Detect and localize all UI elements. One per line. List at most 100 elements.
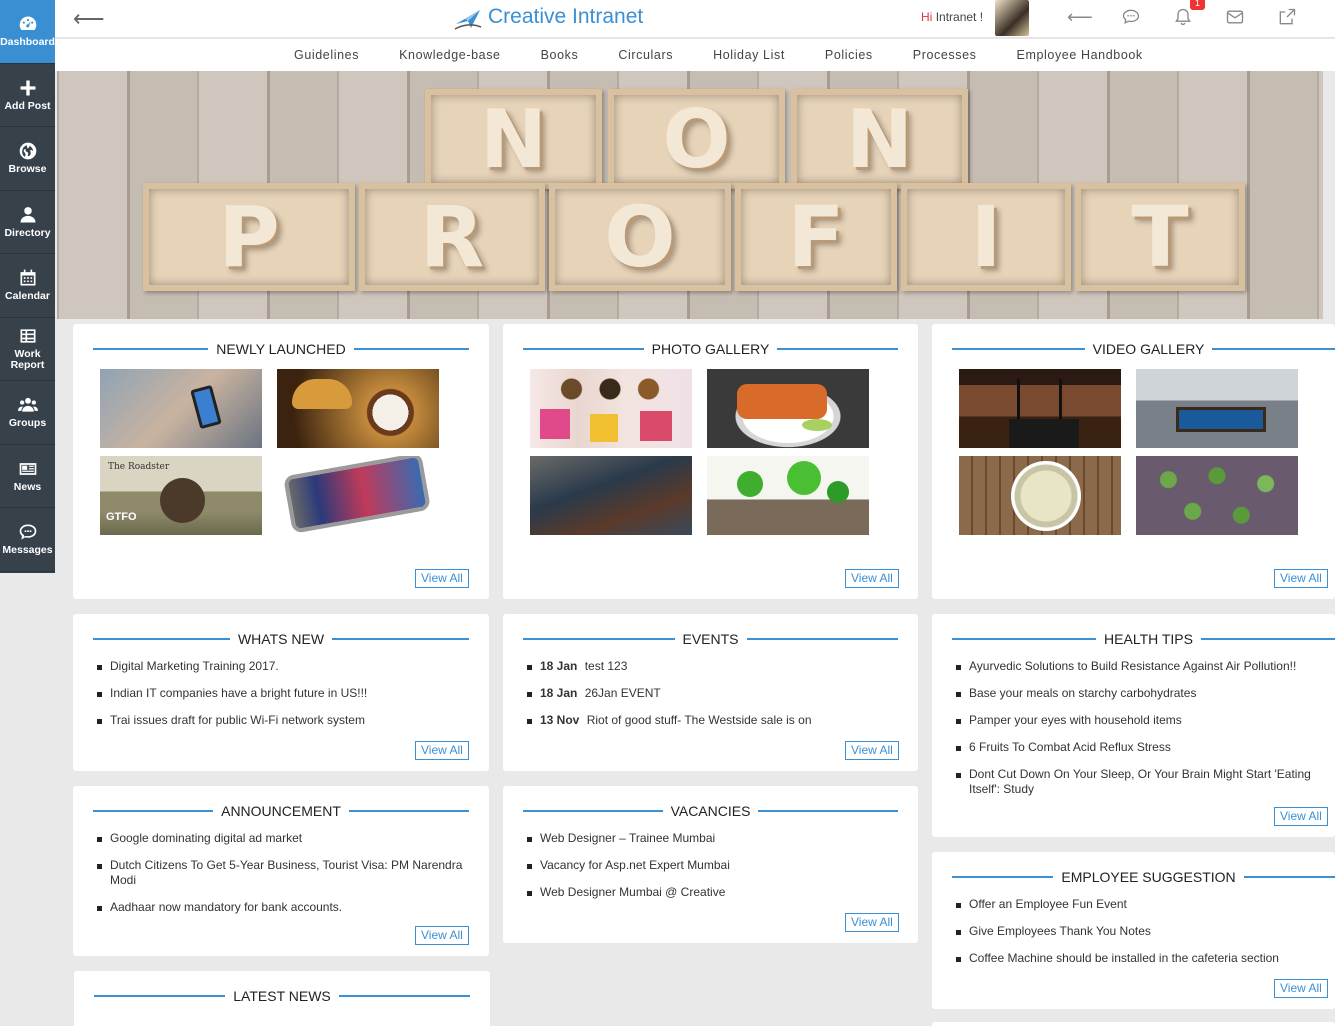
nav-holiday-list[interactable]: Holiday List — [713, 48, 785, 62]
card-partial — [932, 1022, 1335, 1026]
sidebar-item-news[interactable]: News — [0, 445, 55, 508]
view-all-button[interactable]: View All — [845, 913, 899, 932]
sidebar-item-messages[interactable]: Messages — [0, 508, 55, 572]
view-all-button[interactable]: View All — [1274, 807, 1328, 826]
list-item[interactable]: Web Designer – Trainee Mumbai — [527, 831, 906, 846]
list-item[interactable]: Google dominating digital ad market — [97, 831, 477, 846]
thumb-croissant-coffee[interactable] — [277, 369, 439, 448]
nav-circulars[interactable]: Circulars — [618, 48, 673, 62]
list-item[interactable]: Aadhaar now mandatory for bank accounts. — [97, 900, 477, 915]
sidebar: Dashboard Add Post Browse Directory Cale… — [0, 0, 55, 573]
nav-guidelines[interactable]: Guidelines — [294, 48, 359, 62]
card-vacancies: VACANCIES Web Designer – Trainee Mumbai … — [503, 786, 918, 943]
nav-knowledge-base[interactable]: Knowledge-base — [399, 48, 501, 62]
thumb-retro-motorbike-poster[interactable]: The Roadster GTFO — [100, 456, 262, 535]
sidebar-item-label: Directory — [4, 226, 51, 239]
list-item[interactable]: Base your meals on starchy carbohydrates — [956, 686, 1315, 701]
thumb-smartphone[interactable] — [277, 456, 439, 535]
list-item[interactable]: Web Designer Mumbai @ Creative — [527, 885, 906, 900]
comment-icon[interactable] — [1121, 7, 1141, 32]
chat-icon — [19, 524, 36, 540]
bell-icon[interactable] — [1173, 7, 1193, 32]
view-all-button[interactable]: View All — [845, 569, 899, 588]
event-text: Riot of good stuff- The Westside sale is… — [586, 713, 812, 727]
list-item[interactable]: Coffee Machine should be installed in th… — [956, 951, 1323, 966]
brand-logo[interactable]: Creative Intranet — [453, 2, 643, 32]
card-title: HEALTH TIPS — [952, 630, 1335, 648]
card-latest-news: LATEST NEWS — [74, 971, 490, 1026]
sidebar-item-add-post[interactable]: Add Post — [0, 64, 55, 127]
banner-letter: P — [143, 183, 355, 291]
nav-books[interactable]: Books — [541, 48, 579, 62]
sidebar-item-label: Add Post — [4, 99, 51, 112]
card-title: WHATS NEW — [93, 630, 470, 648]
thumb-green-balloons-party[interactable] — [707, 456, 869, 535]
thumb-food-platter[interactable] — [707, 369, 869, 448]
thumb-plant-wall[interactable] — [1136, 456, 1298, 535]
thumb-sprouts-bowl[interactable] — [959, 456, 1121, 535]
event-item[interactable]: 18 Jan 26Jan EVENT — [527, 686, 906, 701]
list-item[interactable]: Vacancy for Asp.net Expert Mumbai — [527, 858, 906, 873]
nav-employee-handbook[interactable]: Employee Handbook — [1017, 48, 1143, 62]
sidebar-item-calendar[interactable]: Calendar — [0, 254, 55, 318]
card-title-text: NEWLY LAUNCHED — [216, 341, 346, 357]
event-item[interactable]: 13 Nov Riot of good stuff- The Westside … — [527, 713, 906, 728]
view-all-button[interactable]: View All — [415, 569, 469, 588]
list-item[interactable]: Ayurvedic Solutions to Build Resistance … — [956, 659, 1315, 674]
sidebar-item-browse[interactable]: Browse — [0, 127, 55, 191]
sidebar-item-label: Browse — [8, 163, 47, 176]
card-video-gallery: VIDEO GALLERY View All — [932, 324, 1335, 599]
list-item[interactable]: Dont Cut Down On Your Sleep, Or Your Bra… — [956, 767, 1315, 797]
view-all-button[interactable]: View All — [415, 741, 469, 760]
card-employee-suggestion: EMPLOYEE SUGGESTION Offer an Employee Fu… — [932, 852, 1335, 1009]
user-greeting: Hi Intranet ! — [921, 10, 983, 24]
view-all-button[interactable]: View All — [415, 926, 469, 945]
avatar[interactable] — [995, 0, 1029, 36]
card-title: ANNOUNCEMENT — [93, 802, 469, 820]
whats-new-list: Digital Marketing Training 2017. Indian … — [97, 659, 477, 740]
list-item[interactable]: Trai issues draft for public Wi-Fi netwo… — [97, 713, 477, 728]
sidebar-item-work-report[interactable]: Work Report — [0, 318, 55, 381]
list-item[interactable]: Indian IT companies have a bright future… — [97, 686, 477, 701]
thumb-cyclists[interactable] — [530, 456, 692, 535]
sidebar-item-groups[interactable]: Groups — [0, 381, 55, 445]
list-item[interactable]: Offer an Employee Fun Event — [956, 897, 1323, 912]
card-title-text: LATEST NEWS — [233, 988, 331, 1004]
thumb-phone-in-hand[interactable] — [100, 369, 262, 448]
newspaper-icon — [19, 462, 36, 475]
card-title-text: ANNOUNCEMENT — [221, 803, 341, 819]
event-item[interactable]: 18 Jan test 123 — [527, 659, 906, 674]
view-all-button[interactable]: View All — [845, 741, 899, 760]
banner-letter: T — [1075, 183, 1245, 291]
brand-name: Creative Intranet — [488, 5, 644, 28]
thumb-conference-microphones[interactable] — [959, 369, 1121, 448]
sidebar-item-label: Dashboard — [0, 36, 55, 49]
events-list: 18 Jan test 123 18 Jan 26Jan EVENT 13 No… — [527, 659, 906, 740]
sidebar-item-dashboard[interactable]: Dashboard — [0, 0, 55, 64]
nav-processes[interactable]: Processes — [913, 48, 977, 62]
nav-policies[interactable]: Policies — [825, 48, 873, 62]
view-all-button[interactable]: View All — [1274, 569, 1328, 588]
card-title: VACANCIES — [523, 802, 898, 820]
card-title-text: EVENTS — [682, 631, 739, 647]
card-events: EVENTS 18 Jan test 123 18 Jan 26Jan EVEN… — [503, 614, 918, 771]
view-all-button[interactable]: View All — [1274, 979, 1328, 998]
list-item[interactable]: Pamper your eyes with household items — [956, 713, 1315, 728]
sidebar-item-label: Work Report — [10, 348, 45, 372]
list-item[interactable]: Digital Marketing Training 2017. — [97, 659, 477, 674]
card-title-text: VIDEO GALLERY — [1092, 341, 1205, 357]
event-date: 18 Jan — [540, 686, 578, 700]
user-icon — [20, 206, 35, 223]
thumb-office-pool-table[interactable] — [1136, 369, 1298, 448]
list-item[interactable]: 6 Fruits To Combat Acid Reflux Stress — [956, 740, 1315, 755]
employee-suggestion-list: Offer an Employee Fun Event Give Employe… — [956, 897, 1323, 978]
arrow-left-icon[interactable]: ⟵ — [1067, 7, 1093, 28]
list-item[interactable]: Give Employees Thank You Notes — [956, 924, 1323, 939]
envelope-icon[interactable] — [1225, 7, 1245, 32]
external-link-icon[interactable] — [1277, 7, 1297, 32]
top-header: ⟵ Creative Intranet Hi Intranet ! ⟵ 1 — [55, 0, 1335, 38]
sidebar-item-directory[interactable]: Directory — [0, 191, 55, 254]
back-arrow-icon[interactable]: ⟵ — [73, 6, 105, 32]
thumb-shopping-women[interactable] — [530, 369, 692, 448]
list-item[interactable]: Dutch Citizens To Get 5-Year Business, T… — [97, 858, 477, 888]
